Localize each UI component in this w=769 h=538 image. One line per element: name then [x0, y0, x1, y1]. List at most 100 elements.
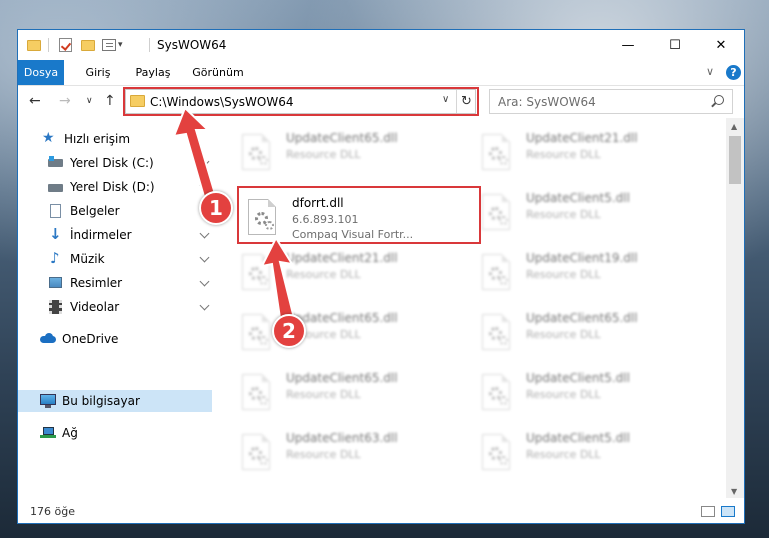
file-description: Resource DLL [526, 148, 601, 161]
drive-icon [48, 180, 64, 194]
dll-file-icon [242, 374, 276, 412]
scroll-up-icon[interactable]: ▲ [731, 122, 737, 131]
file-item[interactable]: UpdateClient63.dll Resource DLL [236, 428, 458, 476]
scroll-thumb[interactable] [729, 136, 741, 184]
file-description: Resource DLL [526, 328, 601, 341]
sidebar-item-downloads[interactable]: ↓ İndirmeler [18, 224, 212, 246]
pictures-icon [48, 276, 64, 290]
folder-icon [27, 37, 41, 53]
sidebar-item-label: OneDrive [62, 332, 119, 346]
help-icon[interactable]: ? [726, 65, 741, 80]
cloud-icon [40, 332, 56, 346]
file-item[interactable]: UpdateClient65.dll Resource DLL [236, 368, 458, 416]
details-view-icon[interactable] [701, 506, 715, 517]
file-description: Resource DLL [526, 208, 601, 221]
sidebar-item-label: Resimler [70, 276, 123, 290]
ribbon-collapse-icon[interactable]: ∨ [706, 65, 714, 78]
file-item[interactable]: UpdateClient21.dll Resource DLL [476, 128, 698, 176]
item-count: 176 öğe [30, 505, 75, 518]
pin-icon [199, 156, 210, 167]
sidebar-item-documents[interactable]: Belgeler [18, 200, 212, 222]
sidebar-item-network[interactable]: Ağ [18, 422, 212, 444]
close-button[interactable]: ✕ [698, 30, 744, 60]
sidebar-item-this-pc[interactable]: Bu bilgisayar [18, 390, 212, 412]
sidebar-item-label: İndirmeler [70, 228, 132, 242]
file-item[interactable]: UpdateClient5.dll Resource DLL [476, 428, 698, 476]
file-item[interactable]: UpdateClient5.dll Resource DLL [476, 188, 698, 236]
file-name: UpdateClient21.dll [286, 251, 398, 265]
properties-check-icon[interactable] [59, 37, 72, 53]
file-name: UpdateClient5.dll [526, 431, 630, 445]
customize-toolbar-icon[interactable]: ▾ [102, 37, 123, 53]
sidebar-item-label: Yerel Disk (C:) [70, 156, 154, 170]
search-icon[interactable] [714, 95, 724, 105]
file-description: Resource DLL [286, 388, 361, 401]
file-name: UpdateClient65.dll [286, 371, 398, 385]
file-description: Resource DLL [526, 448, 601, 461]
vertical-scrollbar[interactable]: ▲ ▼ [726, 118, 744, 498]
drive-icon [48, 156, 64, 170]
navigation-pane: ★ Hızlı erişim Yerel Disk (C:) Yerel Dis… [18, 118, 212, 498]
file-item[interactable]: UpdateClient65.dll Resource DLL [236, 128, 458, 176]
window-title: SysWOW64 [157, 38, 227, 52]
recent-locations-button[interactable]: ∨ [86, 96, 93, 106]
pin-icon [199, 252, 210, 263]
status-bar: 176 öğe [18, 500, 744, 523]
sidebar-item-quick-access[interactable]: ★ Hızlı erişim [18, 128, 212, 150]
file-item[interactable]: UpdateClient5.dll Resource DLL [476, 368, 698, 416]
file-item[interactable]: UpdateClient65.dll Resource DLL [476, 308, 698, 356]
title-bar: ▾ SysWOW64 — ☐ ✕ [18, 30, 744, 60]
dll-file-icon [242, 314, 276, 352]
sidebar-item-music[interactable]: ♪ Müzik [18, 248, 212, 270]
scroll-down-icon[interactable]: ▼ [731, 487, 737, 496]
sidebar-item-local-disk-c[interactable]: Yerel Disk (C:) [18, 152, 212, 174]
file-description: Resource DLL [286, 448, 361, 461]
tab-view[interactable]: Görünüm [188, 60, 248, 85]
sidebar-item-local-disk-d[interactable]: Yerel Disk (D:) [18, 176, 212, 198]
step-2-badge: 2 [272, 314, 306, 348]
search-input[interactable]: Ara: SysWOW64 [498, 95, 596, 109]
maximize-button[interactable]: ☐ [652, 30, 698, 60]
back-button[interactable]: ← [29, 93, 41, 109]
file-name: UpdateClient65.dll [286, 131, 398, 145]
dll-file-icon [242, 134, 276, 172]
dll-file-icon [482, 194, 516, 232]
up-button[interactable]: ↑ [104, 93, 116, 109]
tiles-view-icon[interactable] [721, 506, 735, 517]
forward-button[interactable]: → [59, 93, 71, 109]
navigation-bar: ← → ∨ ↑ C:\Windows\SysWOW64 ∨ ↻ Ara: Sys… [18, 86, 744, 118]
tab-file[interactable]: Dosya [18, 60, 64, 85]
minimize-button[interactable]: — [605, 30, 651, 60]
documents-icon [48, 204, 64, 218]
pin-icon [199, 276, 210, 287]
sidebar-item-label: Hızlı erişim [64, 132, 131, 146]
file-description: Resource DLL [286, 268, 361, 281]
tab-home[interactable]: Giriş [75, 60, 121, 85]
file-name: UpdateClient65.dll [526, 311, 638, 325]
file-item[interactable]: UpdateClient19.dll Resource DLL [476, 248, 698, 296]
dll-file-icon [482, 374, 516, 412]
pin-icon [199, 228, 210, 239]
sidebar-item-label: Belgeler [70, 204, 120, 218]
sidebar-item-label: Bu bilgisayar [62, 394, 140, 408]
tab-share[interactable]: Paylaş [129, 60, 177, 85]
file-item[interactable]: UpdateClient21.dll Resource DLL [236, 248, 458, 296]
sidebar-item-videos[interactable]: Videolar [18, 296, 212, 318]
dll-file-icon [482, 434, 516, 472]
file-item[interactable]: UpdateClient65.dll Resource DLL [236, 308, 458, 356]
dll-file-icon [482, 314, 516, 352]
file-name: UpdateClient5.dll [526, 191, 630, 205]
file-description: Resource DLL [526, 268, 601, 281]
search-box[interactable]: Ara: SysWOW64 [489, 89, 733, 114]
sidebar-item-label: Videolar [70, 300, 120, 314]
dll-file-icon [482, 134, 516, 172]
dll-file-icon [482, 254, 516, 292]
step-1-badge: 1 [199, 191, 233, 225]
sidebar-item-pictures[interactable]: Resimler [18, 272, 212, 294]
video-icon [48, 300, 64, 314]
new-folder-icon[interactable] [81, 37, 95, 53]
file-name: UpdateClient63.dll [286, 431, 398, 445]
sidebar-item-label: Ağ [62, 426, 78, 440]
star-icon: ★ [42, 130, 55, 146]
sidebar-item-onedrive[interactable]: OneDrive [18, 328, 212, 350]
